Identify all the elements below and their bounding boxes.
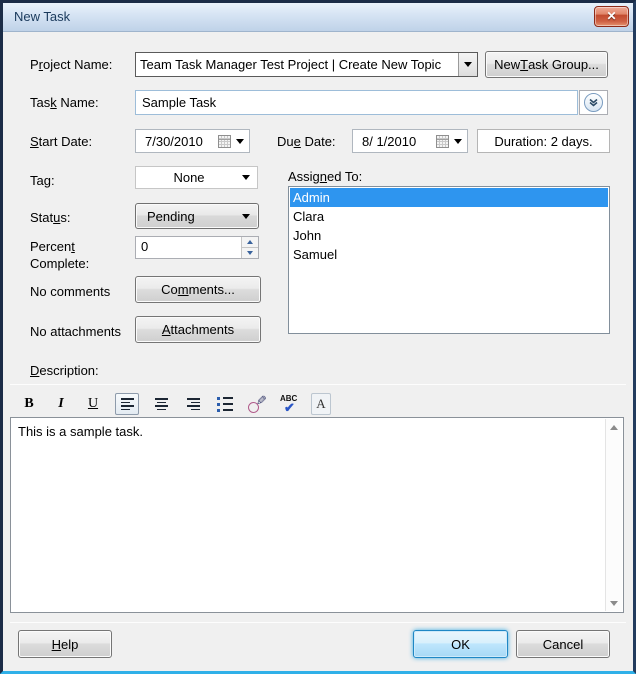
chevron-down-icon bbox=[242, 175, 250, 180]
tag-combobox[interactable]: None bbox=[135, 166, 258, 189]
task-name-value: Sample Task bbox=[142, 95, 216, 110]
ok-button[interactable]: OK bbox=[413, 630, 508, 658]
percent-complete-value: 0 bbox=[136, 237, 241, 258]
align-center-icon bbox=[155, 398, 168, 410]
chevron-down-icon bbox=[242, 214, 250, 219]
bullet-list-button[interactable] bbox=[215, 393, 235, 415]
arrow-down-icon bbox=[247, 251, 253, 255]
arrow-up-icon bbox=[247, 240, 253, 244]
list-item[interactable]: Samuel bbox=[290, 245, 608, 264]
font-button[interactable]: A bbox=[311, 393, 331, 415]
attachments-button[interactable]: Attachments bbox=[135, 316, 261, 343]
start-date-value: 7/30/2010 bbox=[136, 134, 218, 149]
arrow-up-icon bbox=[610, 425, 618, 430]
task-name-label: Task Name: bbox=[30, 95, 99, 110]
list-item[interactable]: John bbox=[290, 226, 608, 245]
task-name-input[interactable]: Sample Task bbox=[135, 90, 578, 115]
edit-pen-icon: ✎ bbox=[247, 393, 267, 415]
font-icon: A bbox=[316, 396, 325, 412]
status-label: Status: bbox=[30, 210, 70, 225]
new-task-dialog: New Task ✕ Project Name: Team Task Manag… bbox=[0, 0, 636, 674]
underline-icon[interactable]: U bbox=[83, 393, 103, 415]
status-combobox[interactable]: Pending bbox=[135, 203, 259, 229]
tag-label: Tag: bbox=[30, 173, 55, 188]
calendar-icon[interactable] bbox=[436, 135, 449, 148]
align-center-button[interactable] bbox=[151, 393, 171, 415]
project-name-value: Team Task Manager Test Project | Create … bbox=[136, 53, 458, 76]
new-task-group-button[interactable]: New Task Group... bbox=[485, 51, 608, 78]
calendar-icon[interactable] bbox=[218, 135, 231, 148]
description-input[interactable]: This is a sample task. bbox=[10, 417, 624, 613]
align-left-icon bbox=[121, 398, 134, 410]
scroll-down-button[interactable] bbox=[606, 595, 622, 611]
spell-check-button[interactable]: ABC ✔ bbox=[279, 393, 299, 415]
comments-status-text: No comments bbox=[30, 284, 110, 299]
bold-icon[interactable]: B bbox=[19, 393, 39, 415]
percent-complete-label-line2: Complete: bbox=[30, 256, 89, 271]
title-bar[interactable]: New Task ✕ bbox=[3, 3, 633, 32]
close-button[interactable]: ✕ bbox=[594, 6, 629, 27]
spin-down-button[interactable] bbox=[242, 248, 258, 258]
assigned-to-listbox[interactable]: Admin Clara John Samuel bbox=[288, 186, 610, 334]
start-date-picker[interactable]: 7/30/2010 bbox=[135, 129, 250, 153]
scrollbar[interactable] bbox=[605, 419, 622, 611]
assigned-to-label: Assigned To: bbox=[288, 169, 362, 184]
help-button[interactable]: Help bbox=[18, 630, 112, 658]
project-name-combobox[interactable]: Team Task Manager Test Project | Create … bbox=[135, 52, 478, 77]
duration-readout: Duration: 2 days. bbox=[477, 129, 610, 153]
chevron-down-circle-icon bbox=[587, 96, 600, 109]
cancel-button[interactable]: Cancel bbox=[516, 630, 610, 658]
comments-button[interactable]: Comments... bbox=[135, 276, 261, 303]
list-item[interactable]: Admin bbox=[290, 188, 608, 207]
chevron-down-icon[interactable] bbox=[454, 139, 462, 144]
chevron-down-icon[interactable] bbox=[236, 139, 244, 144]
chevron-down-icon bbox=[464, 62, 472, 67]
tag-value: None bbox=[136, 170, 242, 185]
italic-icon[interactable]: I bbox=[51, 393, 71, 415]
project-name-label: Project Name: bbox=[30, 57, 112, 72]
scroll-up-button[interactable] bbox=[606, 419, 622, 435]
spin-up-button[interactable] bbox=[242, 237, 258, 248]
divider bbox=[10, 384, 626, 385]
annotate-button[interactable]: ✎ bbox=[247, 393, 267, 415]
attachments-status-text: No attachments bbox=[30, 324, 121, 339]
align-left-button[interactable] bbox=[115, 393, 139, 415]
close-icon: ✕ bbox=[606, 9, 616, 23]
duration-text: Duration: 2 days. bbox=[494, 134, 592, 149]
project-name-dropdown-button[interactable] bbox=[458, 53, 477, 76]
expand-options-button[interactable] bbox=[584, 93, 603, 112]
divider bbox=[10, 622, 626, 623]
align-right-icon bbox=[187, 398, 200, 410]
due-date-picker[interactable]: 8/ 1/2010 bbox=[352, 129, 468, 153]
due-date-value: 8/ 1/2010 bbox=[353, 134, 436, 149]
list-item[interactable]: Clara bbox=[290, 207, 608, 226]
task-name-expand-panel bbox=[579, 90, 608, 115]
percent-complete-label-line1: Percent bbox=[30, 239, 75, 254]
due-date-label: Due Date: bbox=[277, 134, 336, 149]
arrow-down-icon bbox=[610, 601, 618, 606]
start-date-label: Start Date: bbox=[30, 134, 92, 149]
window-title: New Task bbox=[14, 9, 70, 24]
description-label: Description: bbox=[30, 363, 99, 378]
spell-check-icon: ABC ✔ bbox=[279, 393, 299, 415]
bullet-list-icon bbox=[217, 397, 233, 412]
align-right-button[interactable] bbox=[183, 393, 203, 415]
description-text: This is a sample task. bbox=[18, 424, 599, 439]
percent-complete-stepper[interactable]: 0 bbox=[135, 236, 259, 259]
formatting-toolbar: B I U ✎ ABC ✔ bbox=[19, 392, 331, 416]
status-value: Pending bbox=[136, 209, 242, 224]
